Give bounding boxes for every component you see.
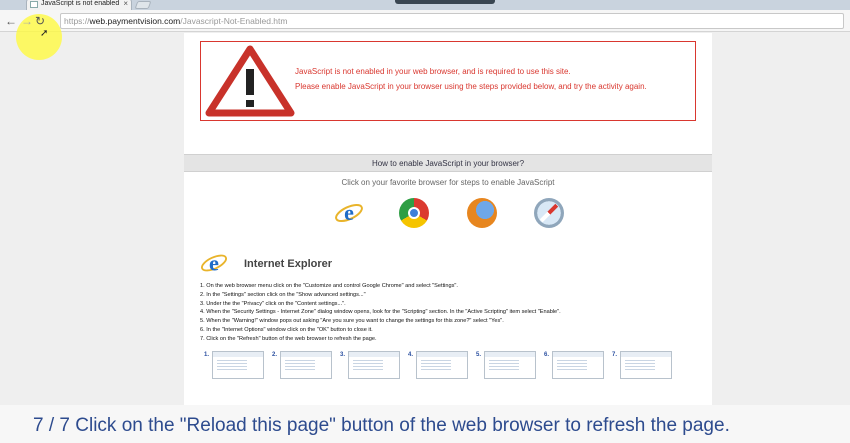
thumbnail-number: 6. xyxy=(544,352,550,358)
list-item: 3. Under the the "Privacy" click on the … xyxy=(200,300,346,307)
list-item: 1. On the web browser menu click on the … xyxy=(200,283,458,289)
list-item: 7. Click on the "Refresh" button of the … xyxy=(200,335,377,342)
new-tab-button[interactable] xyxy=(134,1,152,9)
step-thumbnail[interactable]: 3. xyxy=(340,351,402,381)
tab-strip: JavaScript is not enabled × xyxy=(0,0,850,10)
reload-icon[interactable]: ↻ xyxy=(33,14,47,28)
step-thumbnail[interactable]: 4. xyxy=(408,351,470,381)
tab-title: JavaScript is not enabled xyxy=(41,0,120,7)
javascript-warning-box: JavaScript is not enabled in your web br… xyxy=(200,41,696,121)
warning-line-1: JavaScript is not enabled in your web br… xyxy=(295,67,571,76)
list-item: 6. In the "Internet Options" window clic… xyxy=(200,326,373,333)
browser-toolbar: ← → ↻ https://web.paymentvision.com/Java… xyxy=(0,10,850,60)
firefox-icon[interactable] xyxy=(467,198,497,228)
safari-icon[interactable] xyxy=(534,198,564,228)
browser-choices: e xyxy=(184,198,712,232)
forward-icon[interactable]: → xyxy=(20,14,34,28)
window-title-block xyxy=(395,0,495,4)
address-bar[interactable]: https://web.paymentvision.com/Javascript… xyxy=(60,13,844,29)
step-thumbnails: 1. 2. 3. 4. 5. 6. 7. xyxy=(204,351,704,381)
thumbnail-number: 7. xyxy=(612,352,618,358)
thumbnail-number: 3. xyxy=(340,352,346,358)
tutorial-caption-bar: 7 / 7 Click on the "Reload this page" bu… xyxy=(0,405,850,443)
how-to-header: How to enable JavaScript in your browser… xyxy=(184,154,712,172)
step-thumbnail[interactable]: 2. xyxy=(272,351,334,381)
ie-section-title: Internet Explorer xyxy=(244,258,333,270)
svg-text:e: e xyxy=(344,200,354,225)
thumbnail-image xyxy=(416,351,468,379)
internet-explorer-logo-icon: e xyxy=(200,250,228,275)
url-path: /Javascript-Not-Enabled.htm xyxy=(180,16,288,26)
list-item: 2. In the "Settings" section click on th… xyxy=(200,291,366,298)
thumbnail-image xyxy=(620,351,672,379)
browser-tab[interactable]: JavaScript is not enabled × xyxy=(26,0,132,10)
page-content: JavaScript is not enabled in your web br… xyxy=(184,33,712,443)
warning-triangle-icon xyxy=(205,45,295,117)
mouse-cursor-icon: ➚ xyxy=(40,28,49,39)
how-to-subtitle: Click on your favorite browser for steps… xyxy=(341,178,555,187)
ie-steps-list: 1. On the web browser menu click on the … xyxy=(200,282,561,344)
tab-close-icon[interactable]: × xyxy=(123,0,128,8)
tutorial-caption: 7 / 7 Click on the "Reload this page" bu… xyxy=(33,415,730,436)
back-icon[interactable]: ← xyxy=(4,14,18,28)
url-scheme: https:// xyxy=(64,16,90,26)
thumbnail-number: 2. xyxy=(272,352,278,358)
internet-explorer-icon[interactable]: e xyxy=(334,198,364,228)
thumbnail-image xyxy=(348,351,400,379)
thumbnail-number: 5. xyxy=(476,352,482,358)
url-host: web.paymentvision.com xyxy=(89,16,181,26)
list-item: 4. When the "Security Settings - Interne… xyxy=(200,309,561,316)
chrome-icon[interactable] xyxy=(399,198,429,228)
step-thumbnail[interactable]: 5. xyxy=(476,351,538,381)
thumbnail-number: 4. xyxy=(408,352,414,358)
step-thumbnail[interactable]: 6. xyxy=(544,351,606,381)
thumbnail-image xyxy=(280,351,332,379)
warning-line-2: Please enable JavaScript in your browser… xyxy=(295,82,647,91)
step-thumbnail[interactable]: 7. xyxy=(612,351,674,381)
thumbnail-number: 1. xyxy=(204,352,210,358)
svg-text:e: e xyxy=(209,250,219,275)
thumbnail-image xyxy=(212,351,264,379)
page-favicon-icon xyxy=(30,1,38,8)
thumbnail-image xyxy=(552,351,604,379)
list-item: 5. When the "Warning!" window pops out a… xyxy=(200,318,504,325)
thumbnail-image xyxy=(484,351,536,379)
step-thumbnail[interactable]: 1. xyxy=(204,351,266,381)
